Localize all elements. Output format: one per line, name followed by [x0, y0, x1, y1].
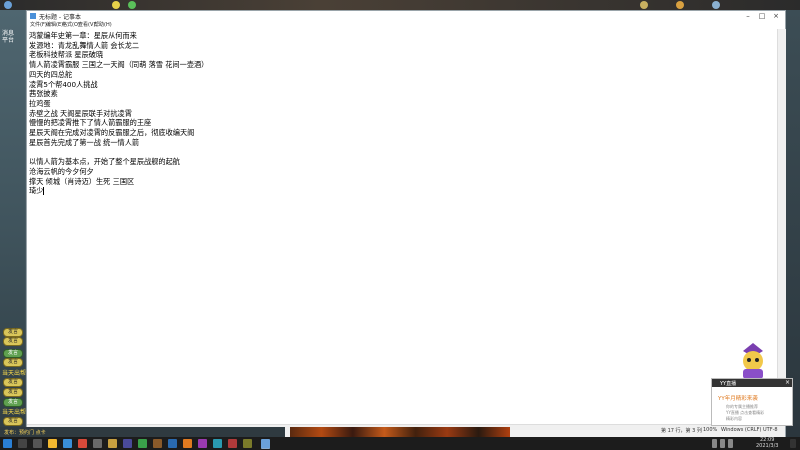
game-icon[interactable] — [4, 1, 12, 9]
map-icon[interactable] — [712, 1, 720, 9]
clock-date[interactable]: 2021/3/3 — [756, 443, 778, 449]
browser-icon[interactable] — [63, 439, 72, 448]
popup-subtext: 精彩内容 — [726, 416, 742, 421]
game-chat-button[interactable]: 发言 — [3, 417, 23, 426]
notification-icon[interactable] — [790, 439, 796, 448]
volume-icon[interactable] — [728, 439, 733, 448]
game-chat-text: 发布：预约门 点卡 — [4, 430, 46, 436]
maximize-icon[interactable]: □ — [755, 11, 769, 21]
app-icon[interactable] — [153, 439, 162, 448]
text-line: 拉鸡蛋 — [29, 98, 51, 108]
text-line: 老板科技帮派 星辰破晓 — [29, 50, 104, 60]
game-chat-button[interactable]: 发言 — [3, 328, 23, 337]
game-chat-button[interactable]: 发言 — [3, 358, 23, 367]
text-caret — [43, 187, 45, 196]
notepad-window: 无标题 - 记事本 – □ × 文件(F) 编辑(E) 格式(O) 查看(V) … — [26, 10, 786, 437]
text-line: 茜张披素 — [29, 89, 58, 99]
game-chat-button[interactable]: 发言 — [3, 388, 23, 397]
app-icon[interactable] — [93, 439, 102, 448]
text-line: 以情人箭为基本点，开始了整个星辰战舰的起航 — [29, 157, 180, 167]
vertical-scrollbar[interactable] — [777, 29, 786, 424]
game-right-panel — [784, 10, 800, 437]
line-ending: Windows (CRLF) — [721, 427, 762, 433]
app-icon[interactable] — [123, 439, 132, 448]
tray-icon[interactable] — [712, 439, 717, 448]
encoding: UTF-8 — [763, 427, 778, 433]
taskbar: 22:09 2021/3/3 — [0, 437, 800, 450]
coin-icon — [112, 1, 120, 9]
server-icon — [640, 1, 648, 9]
text-line: 四天的四总舵 — [29, 69, 73, 79]
menu-view[interactable]: 查看(V) — [78, 21, 95, 29]
app-icon[interactable] — [78, 439, 87, 448]
text-line: 凌霄5个帮400人挑战 — [29, 79, 98, 89]
window-title: 无标题 - 记事本 — [39, 14, 81, 21]
menu-edit[interactable]: 编辑(E) — [46, 21, 63, 29]
game-side-text: 当天出帮 — [2, 370, 27, 377]
menu-bar: 文件(F) 编辑(E) 格式(O) 查看(V) 帮助(H) — [27, 21, 785, 29]
popup-header: YY直播 × — [712, 379, 792, 387]
text-line: 星辰天阁在完成对凌霄的反霸服之后，彻底收编天阁 — [29, 128, 195, 137]
game-side-text: 当天出帮 — [2, 409, 27, 416]
status-icon — [128, 1, 136, 9]
app-icon[interactable] — [198, 439, 207, 448]
notepad-app-icon — [30, 13, 36, 19]
close-icon[interactable]: × — [785, 379, 790, 386]
text-line-current: 琦少 — [29, 186, 45, 196]
text-line: 撑天 倾城（肖诗迈）生死 三国区 — [29, 176, 135, 186]
yy-popup[interactable]: YY直播 × YY年月精彩来袭 你的专属主播推荐 YY直播 点击查看精彩 精彩内… — [711, 378, 793, 426]
notepad-taskbar-icon[interactable] — [261, 439, 270, 449]
game-chat-button[interactable]: 发言 — [3, 349, 23, 358]
task-view-icon[interactable] — [33, 439, 42, 448]
title-bar[interactable]: 无标题 - 记事本 – □ × — [27, 11, 785, 21]
text-line: 情人箭凌霄霸服 三国之一天阁（同萌 落雪 花间一壶酒） — [29, 60, 209, 70]
menu-help[interactable]: 帮助(H) — [94, 21, 112, 29]
text-line: 慢慢的把凌霄推下了情人箭霸服的王座 — [29, 118, 152, 128]
app-icon[interactable] — [228, 439, 237, 448]
text-line: 赤壁之战 天阁星辰联手对抗凌霄 — [29, 108, 132, 118]
minimize-icon[interactable]: – — [741, 11, 755, 21]
text-line: 鸿蒙编年史第一章：星辰从何而来 — [29, 31, 137, 40]
game-chat-button[interactable]: 发言 — [3, 337, 23, 346]
menu-file[interactable]: 文件(F) — [30, 21, 47, 29]
zoom-level: 100% — [703, 427, 718, 433]
mascot-icon — [743, 343, 763, 379]
game-left-label: 消息 平台 — [2, 30, 15, 44]
game-taskbar-icon[interactable] — [108, 439, 117, 448]
app-icon[interactable] — [243, 439, 252, 448]
popup-title: YY直播 — [720, 381, 737, 387]
search-icon[interactable] — [18, 439, 27, 448]
network-icon[interactable] — [720, 439, 725, 448]
app-icon[interactable] — [168, 439, 177, 448]
popup-headline[interactable]: YY年月精彩来袭 — [718, 394, 758, 402]
app-icon[interactable] — [183, 439, 192, 448]
game-chat-button[interactable]: 发言 — [3, 398, 23, 407]
windows-start-icon[interactable] — [3, 439, 12, 448]
file-explorer-icon[interactable] — [48, 439, 57, 448]
game-top-bar — [0, 0, 800, 10]
cursor-position: 第 17 行，第 3 列 — [661, 428, 702, 434]
event-icon[interactable] — [676, 1, 684, 9]
text-line: 发源地：青龙乱舞情人箭 会长龙二 — [29, 40, 140, 50]
current-line-text: 琦少 — [29, 186, 44, 196]
text-editor[interactable]: 鸿蒙编年史第一章：星辰从何而来 发源地：青龙乱舞情人箭 会长龙二 老板科技帮派 … — [27, 29, 777, 424]
app-icon[interactable] — [213, 439, 222, 448]
game-chat-bar: 发布：预约门 点卡 — [0, 427, 285, 437]
game-chat-button[interactable]: 发言 — [3, 378, 23, 387]
app-icon[interactable] — [138, 439, 147, 448]
text-line: 星辰首先完成了第一战 统一情人箭 — [29, 137, 140, 147]
text-line: 沧海云帆的今夕何夕 — [29, 166, 94, 176]
close-icon[interactable]: × — [769, 11, 783, 21]
